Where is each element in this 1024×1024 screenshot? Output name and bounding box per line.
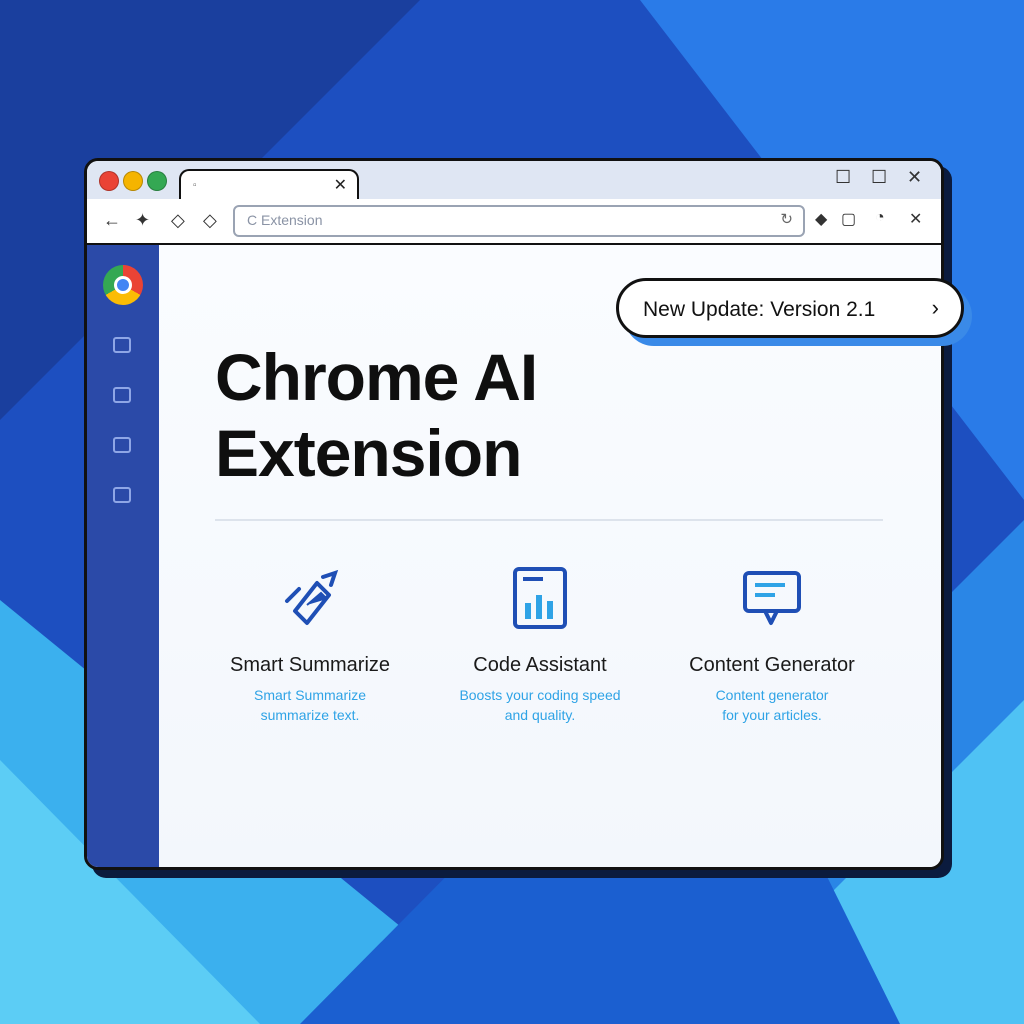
title-line-1: Chrome AI	[215, 340, 538, 414]
feature-desc-line-1: Smart Summarize	[253, 687, 367, 703]
window-close-icon[interactable]: ✕	[907, 167, 922, 188]
table-icon[interactable]	[113, 387, 131, 403]
feature-desc-line-2: for your articles.	[722, 707, 822, 723]
clipboard-icon[interactable]	[113, 437, 131, 453]
summarize-icon	[285, 569, 339, 625]
forward-icon[interactable]: ✦	[135, 209, 150, 231]
feature-desc-line-1: Boosts your coding speed	[459, 687, 621, 703]
chat-icon	[743, 571, 801, 625]
feature-desc-line-1: Content generator	[715, 687, 829, 703]
history-icon[interactable]: ◔	[875, 209, 885, 227]
zoom-window-dot[interactable]	[147, 171, 167, 191]
divider	[215, 519, 883, 521]
back-icon[interactable]: ←	[103, 209, 121, 231]
browser-window: ▫ ✕ ☐ ☐ ✕ ← ✦ ◇ ◇ C Extension ↻ ◆ ▢ ◔ ✕ …	[84, 158, 944, 870]
tab-close-icon[interactable]: ✕	[334, 175, 347, 195]
feature-smart-summarize[interactable]: Smart Summarize Smart Summarize summariz…	[205, 565, 415, 725]
minimize-window-dot[interactable]	[123, 171, 143, 191]
toolbar: ← ✦ ◇ ◇ C Extension ↻ ◆ ▢ ◔ ✕	[87, 199, 941, 245]
omnibox-reload-icon[interactable]: ↻	[780, 210, 793, 228]
close-window-dot[interactable]	[99, 171, 119, 191]
feature-name: Code Assistant	[473, 654, 607, 676]
feature-content-generator[interactable]: Content Generator Content generator for …	[667, 565, 877, 725]
feature-desc: Smart Summarize summarize text.	[205, 685, 415, 725]
feature-desc: Content generator for your articles.	[667, 685, 877, 725]
reload-icon[interactable]: ◇	[203, 209, 217, 231]
tab-favicon-icon: ▫	[193, 180, 197, 191]
feature-desc-line-2: summarize text.	[260, 707, 360, 723]
tab-active[interactable]: ▫ ✕	[179, 169, 359, 203]
minimize-icon[interactable]: ☐	[835, 167, 851, 188]
address-bar[interactable]: C Extension ↻	[233, 205, 805, 237]
menu-close-icon[interactable]: ✕	[909, 209, 922, 229]
title-line-2: Extension	[215, 416, 522, 490]
update-label: New Update: Version 2.1	[643, 298, 876, 321]
feature-name: Smart Summarize	[229, 654, 391, 676]
tab-bar: ▫ ✕ ☐ ☐ ✕	[87, 161, 941, 203]
main-content: Chrome AI Extension Smart Summarize Smar…	[159, 245, 941, 867]
save-icon[interactable]	[113, 487, 131, 503]
extension-icon[interactable]: ◆	[815, 209, 827, 229]
home-icon[interactable]: ◇	[171, 209, 185, 231]
address-bar-text: C Extension	[247, 212, 323, 228]
folder-icon[interactable]	[113, 337, 131, 353]
sidebar	[87, 245, 159, 867]
feature-desc: Boosts your coding speed and quality.	[435, 685, 645, 725]
feature-desc-line-2: and quality.	[504, 707, 576, 723]
chevron-right-icon: ›	[931, 295, 939, 320]
chart-icon	[513, 567, 567, 629]
maximize-icon[interactable]: ☐	[871, 167, 887, 188]
feature-name: Content Generator	[689, 654, 855, 676]
bookmark-icon[interactable]: ▢	[841, 209, 856, 229]
update-button[interactable]: New Update: Version 2.1 ›	[616, 278, 964, 338]
chrome-logo-icon[interactable]	[103, 265, 143, 305]
page-title: Chrome AI Extension	[215, 339, 635, 491]
feature-code-assistant[interactable]: Code Assistant Boosts your coding speed …	[435, 565, 645, 725]
